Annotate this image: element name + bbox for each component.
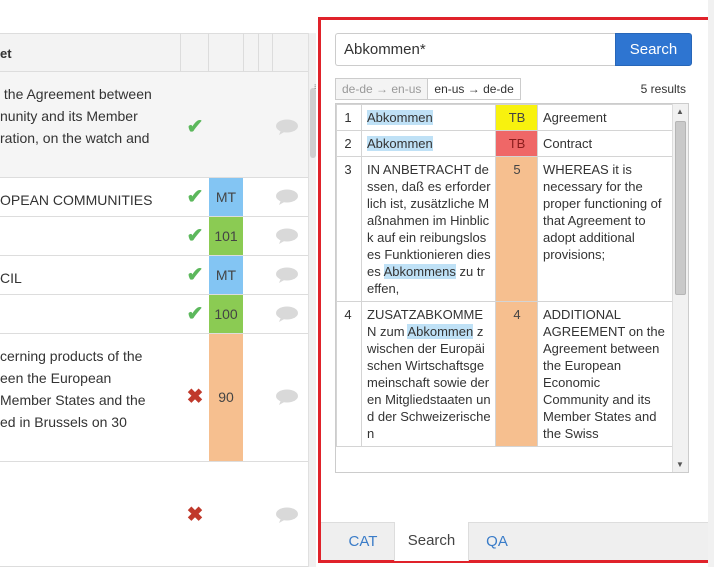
comment-icon[interactable] — [275, 507, 299, 523]
results-table-container: 1 Abkommen TB Agreement 2 Abkommen TB Contract 3… — [335, 103, 689, 473]
target-column-header: et — [0, 46, 12, 61]
comment-icon[interactable] — [275, 189, 299, 205]
search-hit-highlight: Abkommen — [407, 324, 474, 339]
result-score: 4 — [495, 301, 538, 447]
match-badge: 101 — [209, 217, 243, 255]
rejected-cross-icon[interactable]: ✖ — [181, 385, 209, 409]
result-row[interactable]: 4 ZUSATZABKOMMEN zum Abkommen zwischen de… — [336, 301, 674, 447]
search-button[interactable]: Search — [615, 33, 692, 66]
result-source: Abkommen — [361, 130, 496, 157]
segment-row[interactable]: the Agreement between nunity and its Mem… — [0, 72, 308, 178]
editor-scrollbar-thumb[interactable] — [310, 88, 316, 158]
result-score: 5 — [495, 156, 538, 302]
result-number: 2 — [336, 130, 362, 157]
result-target: WHEREAS it is necessary for the proper f… — [537, 156, 674, 302]
result-source: ZUSATZABKOMMEN zum Abkommen zwischen der… — [361, 301, 496, 447]
splitter-handle-icon[interactable]: ≡ — [314, 82, 316, 93]
segment-target-text[interactable]: CIL — [0, 267, 176, 289]
result-target: Agreement — [537, 104, 674, 131]
result-source: IN ANBETRACHT dessen, daß es erforderlic… — [361, 156, 496, 302]
result-target: Contract — [537, 130, 674, 157]
segment-target-text[interactable]: OPEAN COMMUNITIES — [0, 189, 176, 211]
comment-icon[interactable] — [275, 267, 299, 283]
result-source: Abkommen — [361, 104, 496, 131]
confirmed-check-icon[interactable]: ✔ — [181, 302, 209, 326]
direction-en-de[interactable]: en-us → de-de — [428, 78, 521, 100]
results-scrollbar[interactable]: ▲ ▼ — [672, 104, 688, 472]
segment-row[interactable]: ✔ 100 — [0, 295, 308, 334]
search-hit-highlight: Abkommen — [367, 136, 433, 151]
window-scrollbar[interactable] — [708, 0, 714, 567]
source-text-fragment: IN ANBETRACHT dessen, daß es erforderlic… — [367, 162, 491, 279]
results-table: 1 Abkommen TB Agreement 2 Abkommen TB Contract 3… — [336, 104, 674, 447]
match-badge: 90 — [209, 334, 243, 461]
match-badge: 100 — [209, 295, 243, 333]
scroll-down-icon[interactable]: ▼ — [676, 460, 684, 469]
scroll-up-icon[interactable]: ▲ — [676, 107, 684, 116]
tab-search[interactable]: Search — [394, 522, 469, 561]
confirmed-check-icon[interactable]: ✔ — [181, 115, 209, 139]
results-scrollbar-thumb[interactable] — [675, 121, 686, 295]
direction-toggle: de-de → en-us en-us → de-de — [335, 78, 521, 100]
grid-header: et — [0, 33, 308, 72]
panel-tabs: CAT Search QA — [321, 522, 708, 561]
comment-icon[interactable] — [275, 389, 299, 405]
source-text-fragment: zwischen der Europäischen Wirtschaftsgem… — [367, 324, 491, 441]
results-count: 5 results — [640, 82, 686, 96]
editor-scrollbar[interactable] — [308, 33, 316, 567]
comment-icon[interactable] — [275, 119, 299, 135]
segment-row[interactable]: ✔ 101 — [0, 217, 308, 256]
match-badge: MT — [209, 178, 243, 216]
search-panel: Search de-de → en-us en-us → de-de 5 res… — [318, 17, 711, 563]
result-score: TB — [495, 130, 538, 157]
result-row[interactable]: 1 Abkommen TB Agreement — [336, 104, 674, 131]
search-hit-highlight: Abkommen — [367, 110, 433, 125]
direction-de-en[interactable]: de-de → en-us — [335, 78, 429, 100]
result-target: ADDITIONAL AGREEMENT on the Agreement be… — [537, 301, 674, 447]
search-bar: Search — [335, 33, 692, 66]
segment-row[interactable]: cerning products of the een the European… — [0, 334, 308, 462]
segment-target-text[interactable]: cerning products of the een the European… — [0, 345, 176, 433]
segment-target-text[interactable]: the Agreement between nunity and its Mem… — [0, 83, 176, 149]
segment-row[interactable]: OPEAN COMMUNITIES ✔ MT — [0, 178, 308, 217]
search-input[interactable] — [335, 33, 615, 66]
result-number: 3 — [336, 156, 362, 302]
confirmed-check-icon[interactable]: ✔ — [181, 185, 209, 209]
comment-icon[interactable] — [275, 306, 299, 322]
comment-icon[interactable] — [275, 228, 299, 244]
result-score: TB — [495, 104, 538, 131]
result-number: 4 — [336, 301, 362, 447]
tab-qa[interactable]: QA — [473, 523, 521, 561]
confirmed-check-icon[interactable]: ✔ — [181, 224, 209, 248]
segment-row[interactable]: CIL ✔ MT — [0, 256, 308, 295]
segment-row[interactable]: ✖ — [0, 462, 308, 567]
editor-grid: et the Agreement between nunity and its … — [0, 0, 316, 567]
search-hit-highlight: Abkommens — [383, 264, 456, 279]
result-number: 1 — [336, 104, 362, 131]
match-badge: MT — [209, 256, 243, 294]
result-row[interactable]: 2 Abkommen TB Contract — [336, 130, 674, 157]
tab-cat[interactable]: CAT — [335, 523, 391, 561]
result-row[interactable]: 3 IN ANBETRACHT dessen, daß es erforderli… — [336, 156, 674, 302]
confirmed-check-icon[interactable]: ✔ — [181, 263, 209, 287]
rejected-cross-icon[interactable]: ✖ — [181, 503, 209, 527]
